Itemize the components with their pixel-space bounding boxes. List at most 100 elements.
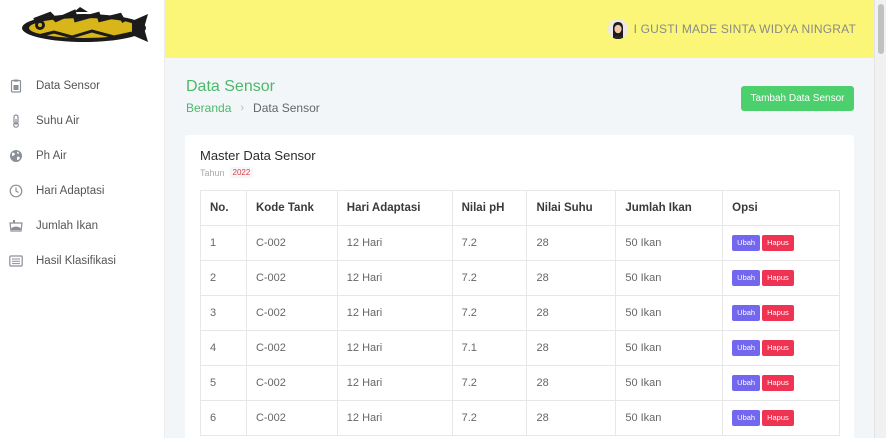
temperature-value: 28 [526, 400, 617, 436]
delete-button[interactable]: Hapus [762, 305, 794, 321]
temperature-value: 28 [526, 365, 617, 401]
user-avatar[interactable] [607, 19, 628, 39]
adaptation-days: 12 Hari [336, 295, 453, 331]
adaptation-days: 12 Hari [336, 260, 453, 296]
tank-code: C-002 [245, 225, 338, 261]
table-row: 2 C-002 12 Hari 7.2 28 50 Ikan Ubah Hapus [200, 260, 840, 296]
delete-button[interactable]: Hapus [762, 410, 794, 426]
tank-code: C-002 [245, 330, 338, 366]
main-content: Data Sensor Beranda › Data Sensor Tambah… [166, 58, 874, 438]
sidebar-item-label: Ph Air [36, 150, 67, 162]
user-name[interactable]: I GUSTI MADE SINTA WIDYA NINGRAT [634, 22, 856, 36]
delete-button[interactable]: Hapus [762, 340, 794, 356]
row-number: 2 [200, 260, 247, 296]
list-icon [9, 255, 23, 267]
delete-button[interactable]: Hapus [762, 375, 794, 391]
breadcrumb-home-link[interactable]: Beranda [186, 101, 231, 115]
fish-count: 50 Ikan [615, 260, 724, 296]
logo-area [0, 0, 165, 58]
sidebar-item-label: Data Sensor [36, 80, 100, 92]
user-menu[interactable]: I GUSTI MADE SINTA WIDYA NINGRAT [607, 19, 856, 39]
add-sensor-data-button[interactable]: Tambah Data Sensor [741, 86, 854, 111]
sidebar-item-hari-adaptasi[interactable]: Hari Adaptasi [0, 176, 165, 206]
column-header: Jumlah Ikan [615, 190, 724, 226]
year-info: Tahun 2022 [200, 167, 254, 178]
column-header: Nilai Suhu [526, 190, 617, 226]
sensor-data-card: Master Data Sensor Tahun 2022 No. Kode T… [185, 135, 854, 438]
year-label: Tahun [200, 167, 225, 178]
table-row: 1 C-002 12 Hari 7.2 28 50 Ikan Ubah Hapus [200, 225, 840, 261]
row-actions: Ubah Hapus [722, 330, 840, 366]
table-header-row: No. Kode Tank Hari Adaptasi Nilai pH Nil… [200, 190, 840, 226]
fish-count: 50 Ikan [615, 365, 724, 401]
ph-value: 7.2 [451, 295, 528, 331]
row-actions: Ubah Hapus [722, 225, 840, 261]
globe-icon [10, 150, 22, 162]
sidebar-item-suhu-air[interactable]: Suhu Air [0, 106, 165, 136]
temperature-value: 28 [526, 295, 617, 331]
row-actions: Ubah Hapus [722, 400, 840, 436]
scrollbar-thumb[interactable] [878, 4, 884, 54]
temperature-value: 28 [526, 330, 617, 366]
sidebar-item-hasil-klasifikasi[interactable]: Hasil Klasifikasi [0, 246, 165, 276]
clipboard-icon [10, 79, 22, 93]
tank-code: C-002 [245, 365, 338, 401]
tank-code: C-002 [245, 400, 338, 436]
temperature-value: 28 [526, 260, 617, 296]
ph-value: 7.1 [451, 330, 528, 366]
row-actions: Ubah Hapus [722, 295, 840, 331]
page-title: Data Sensor [186, 78, 275, 95]
row-number: 5 [200, 365, 247, 401]
sidebar: Data Sensor Suhu Air Ph Air Hari Adaptas… [0, 58, 165, 438]
column-header: Opsi [722, 190, 840, 226]
row-number: 1 [200, 225, 247, 261]
row-actions: Ubah Hapus [722, 365, 840, 401]
ph-value: 7.2 [451, 225, 528, 261]
edit-button[interactable]: Ubah [732, 410, 761, 426]
app-logo[interactable] [14, 6, 150, 50]
ph-value: 7.2 [451, 260, 528, 296]
edit-button[interactable]: Ubah [732, 270, 761, 286]
adaptation-days: 12 Hari [336, 365, 453, 401]
adaptation-days: 12 Hari [336, 225, 453, 261]
sidebar-item-ph-air[interactable]: Ph Air [0, 141, 165, 171]
sensor-data-table: No. Kode Tank Hari Adaptasi Nilai pH Nil… [200, 190, 840, 436]
table-row: 4 C-002 12 Hari 7.1 28 50 Ikan Ubah Hapus [200, 330, 840, 366]
ph-value: 7.2 [451, 400, 528, 436]
row-actions: Ubah Hapus [722, 260, 840, 296]
edit-button[interactable]: Ubah [732, 375, 761, 391]
year-badge: 2022 [229, 167, 254, 178]
breadcrumb: Beranda › Data Sensor [186, 101, 320, 115]
row-number: 4 [200, 330, 247, 366]
table-row: 6 C-002 12 Hari 7.2 28 50 Ikan Ubah Hapus [200, 400, 840, 436]
tank-code: C-002 [245, 295, 338, 331]
thermometer-icon [13, 114, 19, 128]
delete-button[interactable]: Hapus [762, 270, 794, 286]
column-header: Kode Tank [245, 190, 338, 226]
fish-tank-icon [9, 220, 23, 232]
table-row: 3 C-002 12 Hari 7.2 28 50 Ikan Ubah Hapus [200, 295, 840, 331]
adaptation-days: 12 Hari [336, 330, 453, 366]
sidebar-item-label: Hasil Klasifikasi [36, 255, 116, 267]
page-scrollbar[interactable] [874, 0, 886, 438]
ph-value: 7.2 [451, 365, 528, 401]
tank-code: C-002 [245, 260, 338, 296]
sidebar-item-jumlah-ikan[interactable]: Jumlah Ikan [0, 211, 165, 241]
fish-count: 50 Ikan [615, 330, 724, 366]
row-number: 6 [200, 400, 247, 436]
edit-button[interactable]: Ubah [732, 235, 761, 251]
edit-button[interactable]: Ubah [732, 305, 761, 321]
edit-button[interactable]: Ubah [732, 340, 761, 356]
sidebar-item-data-sensor[interactable]: Data Sensor [0, 71, 165, 101]
column-header: Nilai pH [451, 190, 528, 226]
delete-button[interactable]: Hapus [762, 235, 794, 251]
column-header: Hari Adaptasi [336, 190, 453, 226]
sidebar-item-label: Jumlah Ikan [36, 220, 99, 232]
breadcrumb-current: Data Sensor [253, 101, 320, 115]
row-number: 3 [200, 295, 247, 331]
sidebar-item-label: Suhu Air [36, 115, 80, 127]
clock-icon [9, 184, 23, 198]
table-row: 5 C-002 12 Hari 7.2 28 50 Ikan Ubah Hapus [200, 365, 840, 401]
fish-count: 50 Ikan [615, 225, 724, 261]
fish-count: 50 Ikan [615, 295, 724, 331]
